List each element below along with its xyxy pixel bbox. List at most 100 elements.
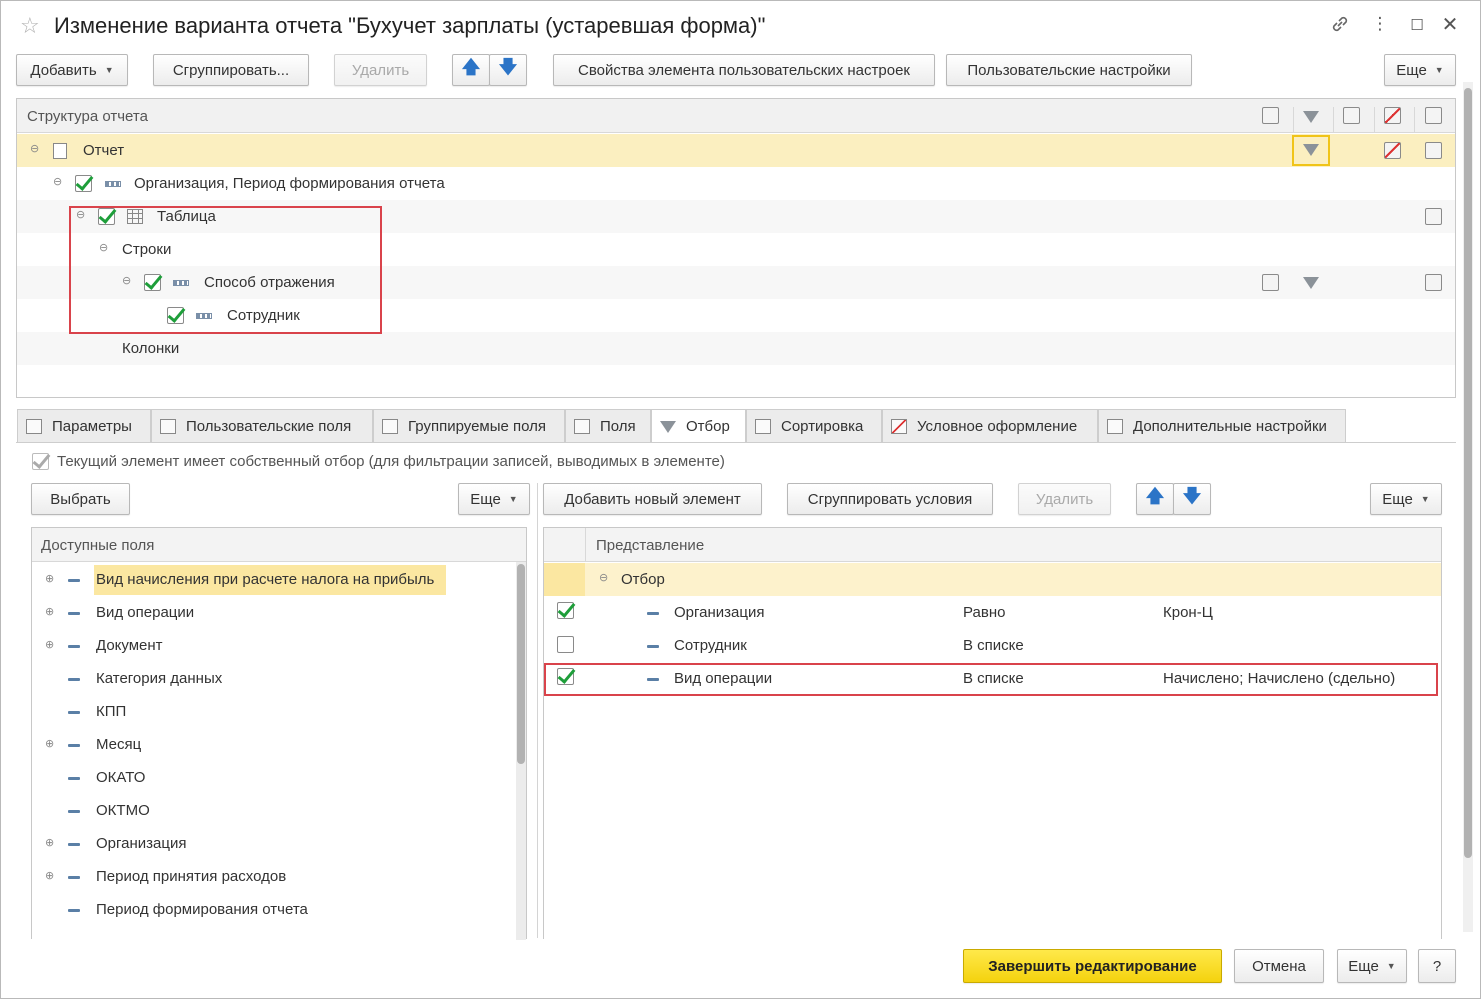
- condition-checkbox[interactable]: [557, 636, 574, 653]
- footer-more-button[interactable]: Еще ▼: [1337, 949, 1407, 983]
- conditional-format-column-icon[interactable]: [1384, 107, 1401, 124]
- group-button-label: Сгруппировать...: [172, 61, 290, 79]
- fields-scrollbar[interactable]: [516, 562, 526, 940]
- user-settings-button[interactable]: Пользовательские настройки: [946, 54, 1192, 86]
- add-new-element-button[interactable]: Добавить новый элемент: [543, 483, 762, 515]
- cancel-button[interactable]: Отмена: [1234, 949, 1324, 983]
- groupings-column-icon[interactable]: [1262, 107, 1279, 124]
- settings-column-icon[interactable]: [1425, 107, 1442, 124]
- close-icon[interactable]: ✕: [1439, 12, 1461, 37]
- arrow-up-icon: 🡅: [1145, 486, 1165, 506]
- list-item[interactable]: Период формирования отчета: [32, 893, 526, 926]
- list-item[interactable]: ⊕ Документ: [32, 629, 526, 662]
- help-button[interactable]: ?: [1418, 949, 1456, 983]
- more-icon[interactable]: ⋮: [1369, 14, 1391, 34]
- available-fields-list[interactable]: Доступные поля ⊕ Вид начисления при расч…: [31, 527, 527, 940]
- tree-row-report[interactable]: ⊖ Отчет: [17, 134, 1455, 167]
- list-item[interactable]: ОКТМО: [32, 794, 526, 827]
- window-scrollbar[interactable]: [1463, 82, 1473, 932]
- condition-up-button[interactable]: 🡅: [1136, 483, 1174, 515]
- sort-column-icon[interactable]: [1343, 107, 1360, 124]
- list-item[interactable]: ⊕ Организация: [32, 827, 526, 860]
- list-item[interactable]: КПП: [32, 695, 526, 728]
- condition-row[interactable]: Сотрудник В списке: [544, 629, 1441, 662]
- settings-icon[interactable]: [1425, 274, 1442, 291]
- finish-editing-button[interactable]: Завершить редактирование: [963, 949, 1222, 983]
- condition-checkbox[interactable]: [557, 602, 574, 619]
- settings-icon[interactable]: [1425, 208, 1442, 225]
- list-item[interactable]: ⊕ Месяц: [32, 728, 526, 761]
- filter-conditions-table[interactable]: Представление ⊖ Отбор Организация Равно …: [543, 527, 1442, 939]
- select-button[interactable]: Выбрать: [31, 483, 130, 515]
- favorite-star-icon[interactable]: ☆: [20, 13, 40, 39]
- tab-fields[interactable]: Поля: [565, 409, 651, 442]
- tab-sorting[interactable]: Сортировка: [746, 409, 882, 442]
- expand-icon[interactable]: ⊕: [45, 737, 54, 750]
- tree-row-grouping[interactable]: ⊖ Организация, Период формирования отчет…: [17, 167, 1455, 200]
- more-button[interactable]: Еще ▼: [1384, 54, 1456, 86]
- move-up-button[interactable]: 🡅: [452, 54, 490, 86]
- field-icon: [68, 645, 80, 648]
- expand-icon[interactable]: ⊕: [45, 869, 54, 882]
- filter-cell-selected[interactable]: [1292, 135, 1330, 166]
- grouping-checkbox[interactable]: [75, 175, 92, 192]
- delete-button[interactable]: Удалить: [334, 54, 427, 86]
- conditional-format-icon[interactable]: [1384, 142, 1401, 159]
- group-button[interactable]: Сгруппировать...: [153, 54, 309, 86]
- tab-conditional-format[interactable]: Условное оформление: [882, 409, 1098, 442]
- list-item[interactable]: ОКАТО: [32, 761, 526, 794]
- tab-additional-settings[interactable]: Дополнительные настройки: [1098, 409, 1346, 442]
- maximize-icon[interactable]: ☐: [1406, 16, 1428, 34]
- link-icon[interactable]: [1329, 14, 1351, 39]
- user-fields-tab-icon: [160, 418, 176, 434]
- own-filter-checkbox[interactable]: [32, 453, 49, 470]
- arrow-down-icon: 🡇: [1182, 486, 1202, 506]
- collapse-icon[interactable]: ⊖: [30, 142, 39, 155]
- field-icon: [68, 744, 80, 747]
- list-item[interactable]: ⊕ Вид начисления при расчете налога на п…: [32, 563, 526, 596]
- filter-icon[interactable]: [1303, 277, 1319, 289]
- tab-filter[interactable]: Отбор: [651, 409, 746, 443]
- tree-row-columns[interactable]: Колонки: [17, 332, 1455, 365]
- field-label: Месяц: [96, 736, 142, 753]
- collapse-icon[interactable]: ⊖: [599, 571, 608, 584]
- condition-down-button[interactable]: 🡇: [1173, 483, 1211, 515]
- condition-value[interactable]: Крон-Ц: [1163, 604, 1213, 621]
- delete-condition-button[interactable]: Удалить: [1018, 483, 1111, 515]
- group-conditions-button[interactable]: Сгруппировать условия: [787, 483, 993, 515]
- list-item[interactable]: Категория данных: [32, 662, 526, 695]
- expand-icon[interactable]: ⊕: [45, 572, 54, 585]
- splitter[interactable]: [537, 483, 538, 938]
- expand-icon[interactable]: ⊕: [45, 638, 54, 651]
- expand-icon[interactable]: ⊕: [45, 605, 54, 618]
- filter-group-row[interactable]: ⊖ Отбор: [544, 563, 1441, 596]
- tab-parameters[interactable]: Параметры: [17, 409, 151, 442]
- list-item[interactable]: ⊕ Период принятия расходов: [32, 860, 526, 893]
- add-button[interactable]: Добавить ▼: [16, 54, 128, 86]
- parameters-tab-icon: [26, 418, 42, 434]
- structure-tree[interactable]: Структура отчета ⊖ Отчет ⊖ Организация, …: [16, 98, 1456, 398]
- field-icon: [68, 579, 80, 582]
- list-item[interactable]: ⊕ Вид операции: [32, 596, 526, 629]
- expand-icon[interactable]: ⊕: [45, 836, 54, 849]
- filter-column-icon[interactable]: [1303, 111, 1319, 123]
- condition-operator[interactable]: Равно: [963, 604, 1005, 621]
- groupings-icon[interactable]: [1262, 274, 1279, 291]
- grouping-icon: [105, 181, 121, 187]
- tab-user-fields[interactable]: Пользовательские поля: [151, 409, 373, 442]
- settings-icon[interactable]: [1425, 142, 1442, 159]
- fields-scroll-thumb[interactable]: [517, 564, 525, 764]
- right-more-button[interactable]: Еще ▼: [1370, 483, 1442, 515]
- footer-more-label: Еще: [1348, 957, 1379, 975]
- tab-group-fields[interactable]: Группируемые поля: [373, 409, 565, 442]
- condition-operator[interactable]: В списке: [963, 637, 1024, 654]
- collapse-icon[interactable]: ⊖: [53, 175, 62, 188]
- element-properties-label: Свойства элемента пользовательских настр…: [578, 61, 910, 79]
- window-scroll-thumb[interactable]: [1464, 88, 1472, 858]
- element-properties-button[interactable]: Свойства элемента пользовательских настр…: [553, 54, 935, 86]
- left-more-button[interactable]: Еще ▼: [458, 483, 530, 515]
- field-icon: [68, 909, 80, 912]
- document-icon: [53, 143, 67, 159]
- move-down-button[interactable]: 🡇: [489, 54, 527, 86]
- condition-row[interactable]: Организация Равно Крон-Ц: [544, 596, 1441, 629]
